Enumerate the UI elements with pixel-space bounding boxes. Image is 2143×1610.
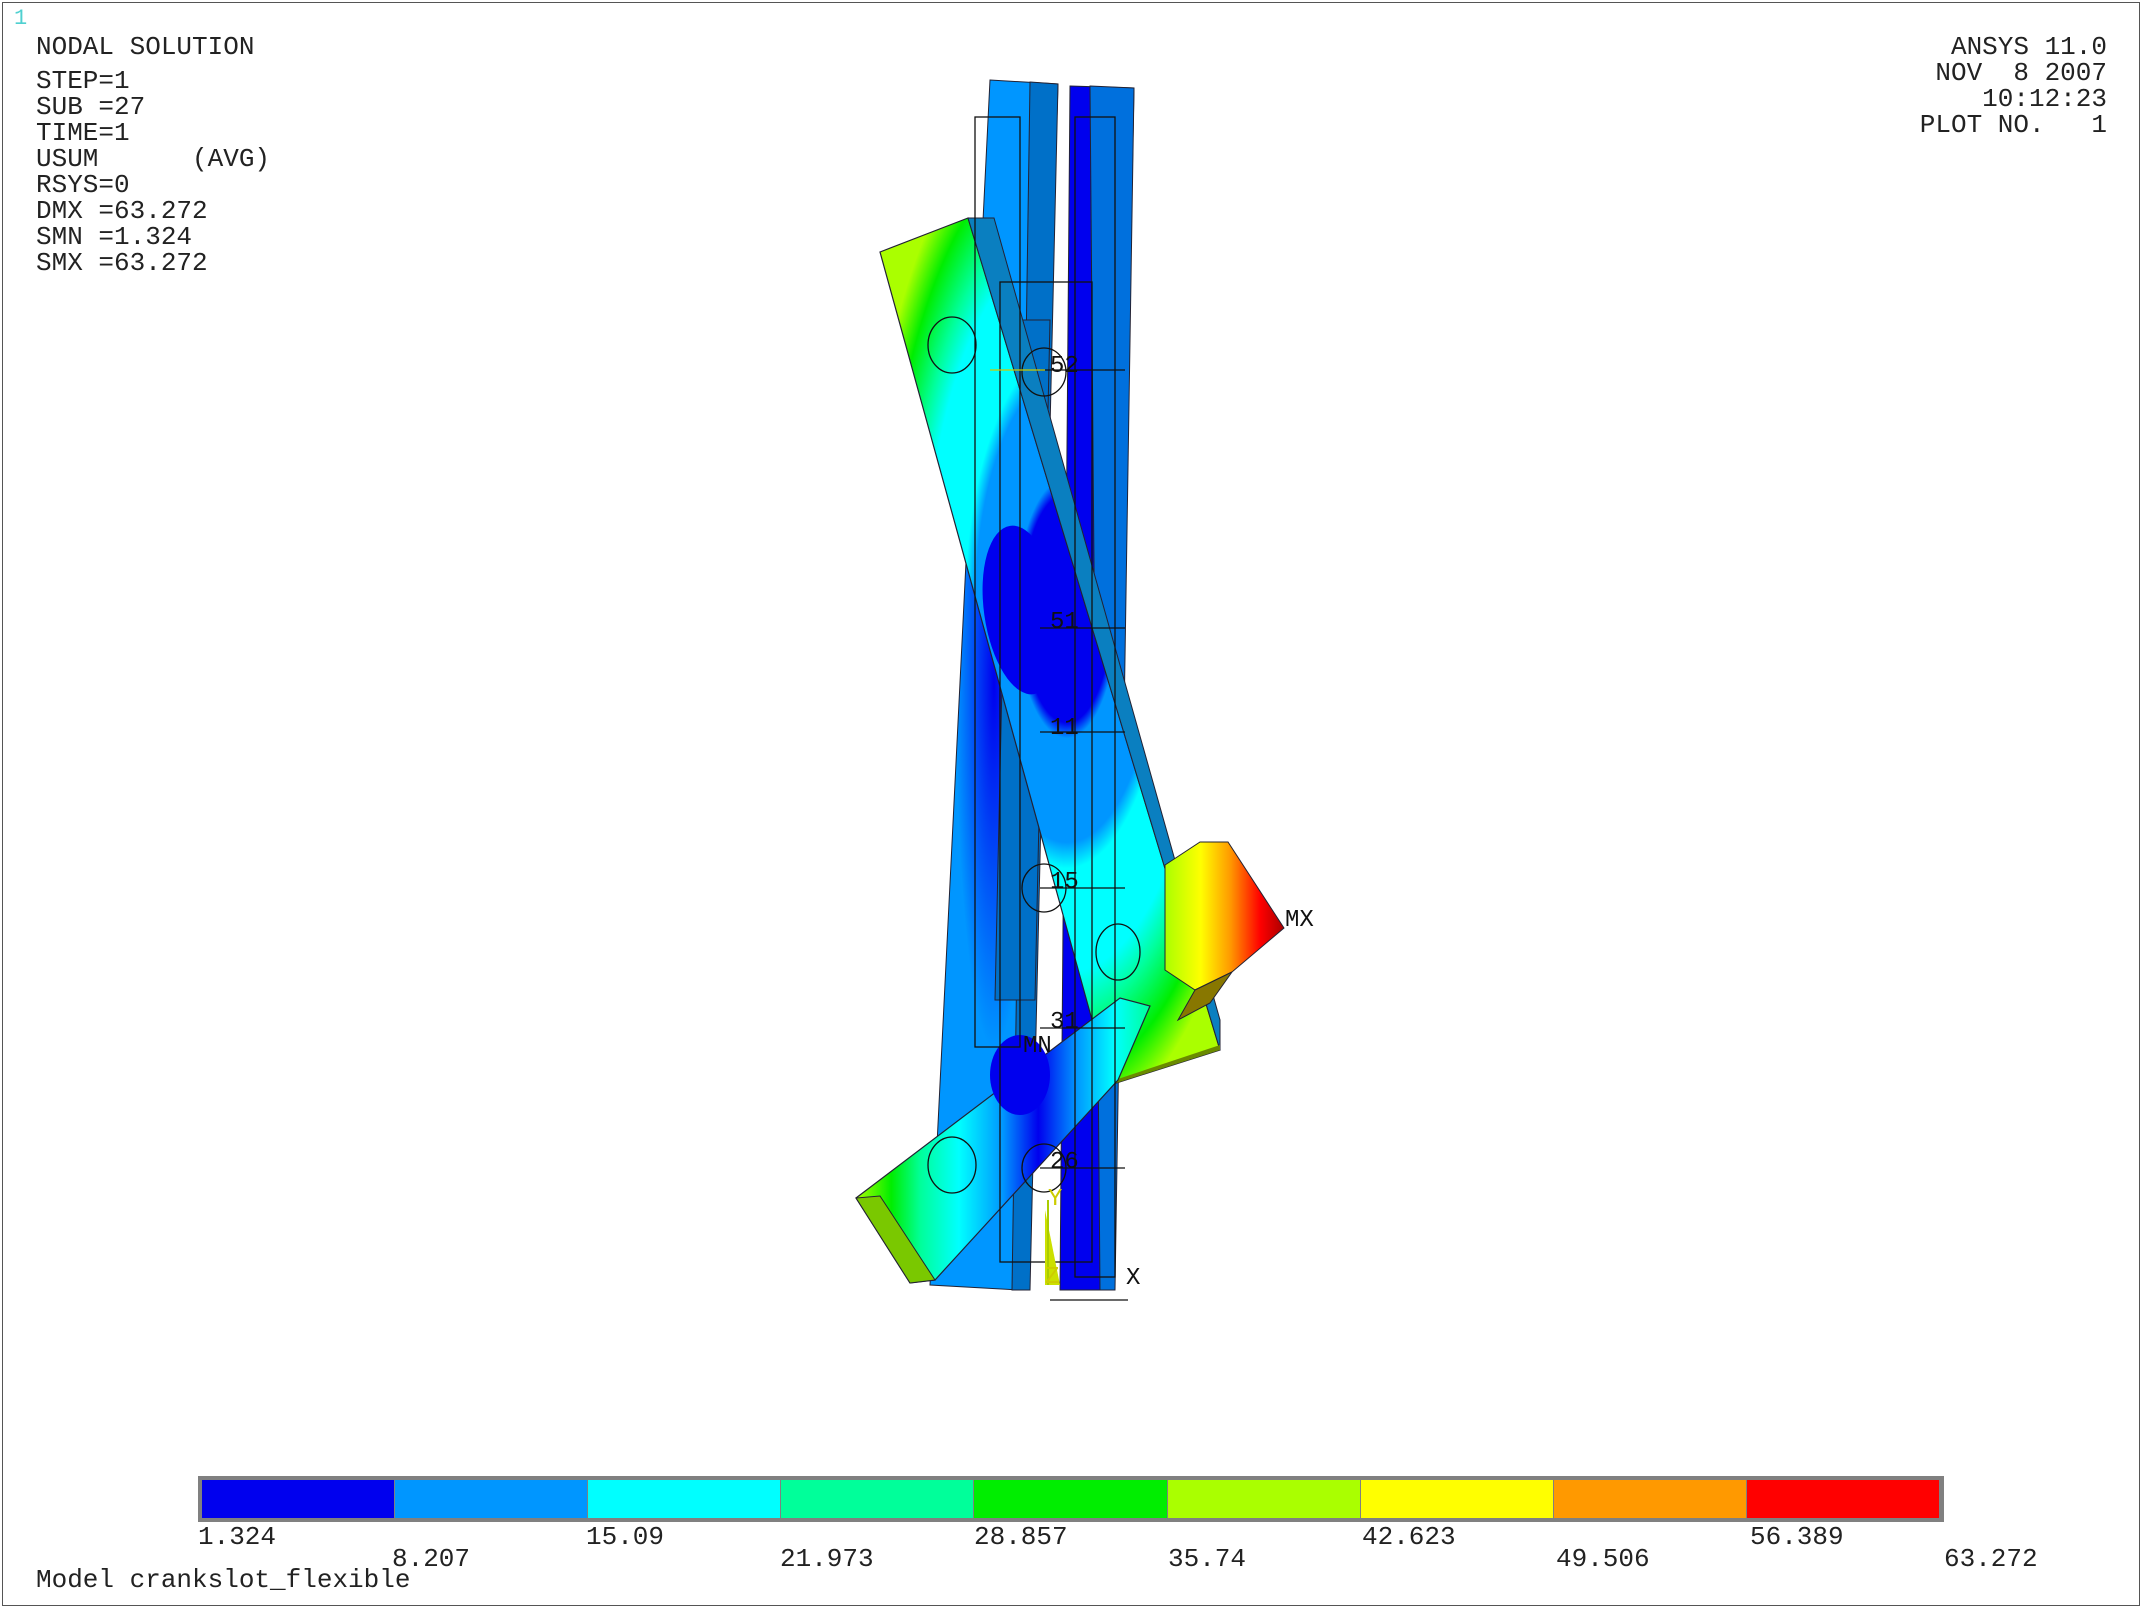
legend-value-3: 21.973	[780, 1544, 874, 1574]
axis-y-label: Y	[1048, 1186, 1062, 1213]
node-label-11: 11	[1050, 715, 1079, 742]
max-marker-label: MX	[1285, 907, 1314, 934]
legend-band-2	[395, 1480, 589, 1518]
contour-plot: MX MN X Y Z 52 51 11 15 31 26	[855, 79, 1314, 1301]
legend-value-0: 1.324	[198, 1522, 277, 1552]
legend-value-4: 28.857	[974, 1522, 1068, 1552]
legend-band-7	[1360, 1480, 1554, 1518]
legend-value-8: 56.389	[1750, 1522, 1844, 1552]
legend-band-8	[1553, 1480, 1747, 1518]
node-label-15: 15	[1050, 869, 1079, 896]
legend-band-1	[202, 1480, 396, 1518]
legend-band-9	[1746, 1480, 1940, 1518]
axis-x-label: X	[1126, 1265, 1140, 1292]
legend-value-9: 63.272	[1944, 1544, 2038, 1574]
node-label-31: 31	[1050, 1009, 1079, 1036]
node-label-51: 51	[1050, 609, 1079, 636]
node-label-26: 26	[1050, 1149, 1079, 1176]
legend-value-5: 35.74	[1168, 1544, 1247, 1574]
legend-band-6	[1167, 1480, 1361, 1518]
legend-band-3	[588, 1480, 782, 1518]
min-marker-label: MN	[1023, 1033, 1052, 1060]
model-name-label: Model crankslot_flexible	[36, 1565, 411, 1595]
legend-value-6: 42.623	[1362, 1522, 1456, 1552]
legend-band-5	[974, 1480, 1168, 1518]
contour-legend-bar	[198, 1476, 1944, 1522]
axis-z-label: Z	[1045, 1264, 1059, 1291]
node-label-52: 52	[1050, 353, 1079, 380]
legend-band-4	[781, 1480, 975, 1518]
legend-value-7: 49.506	[1556, 1544, 1650, 1574]
legend-value-2: 15.09	[586, 1522, 665, 1552]
